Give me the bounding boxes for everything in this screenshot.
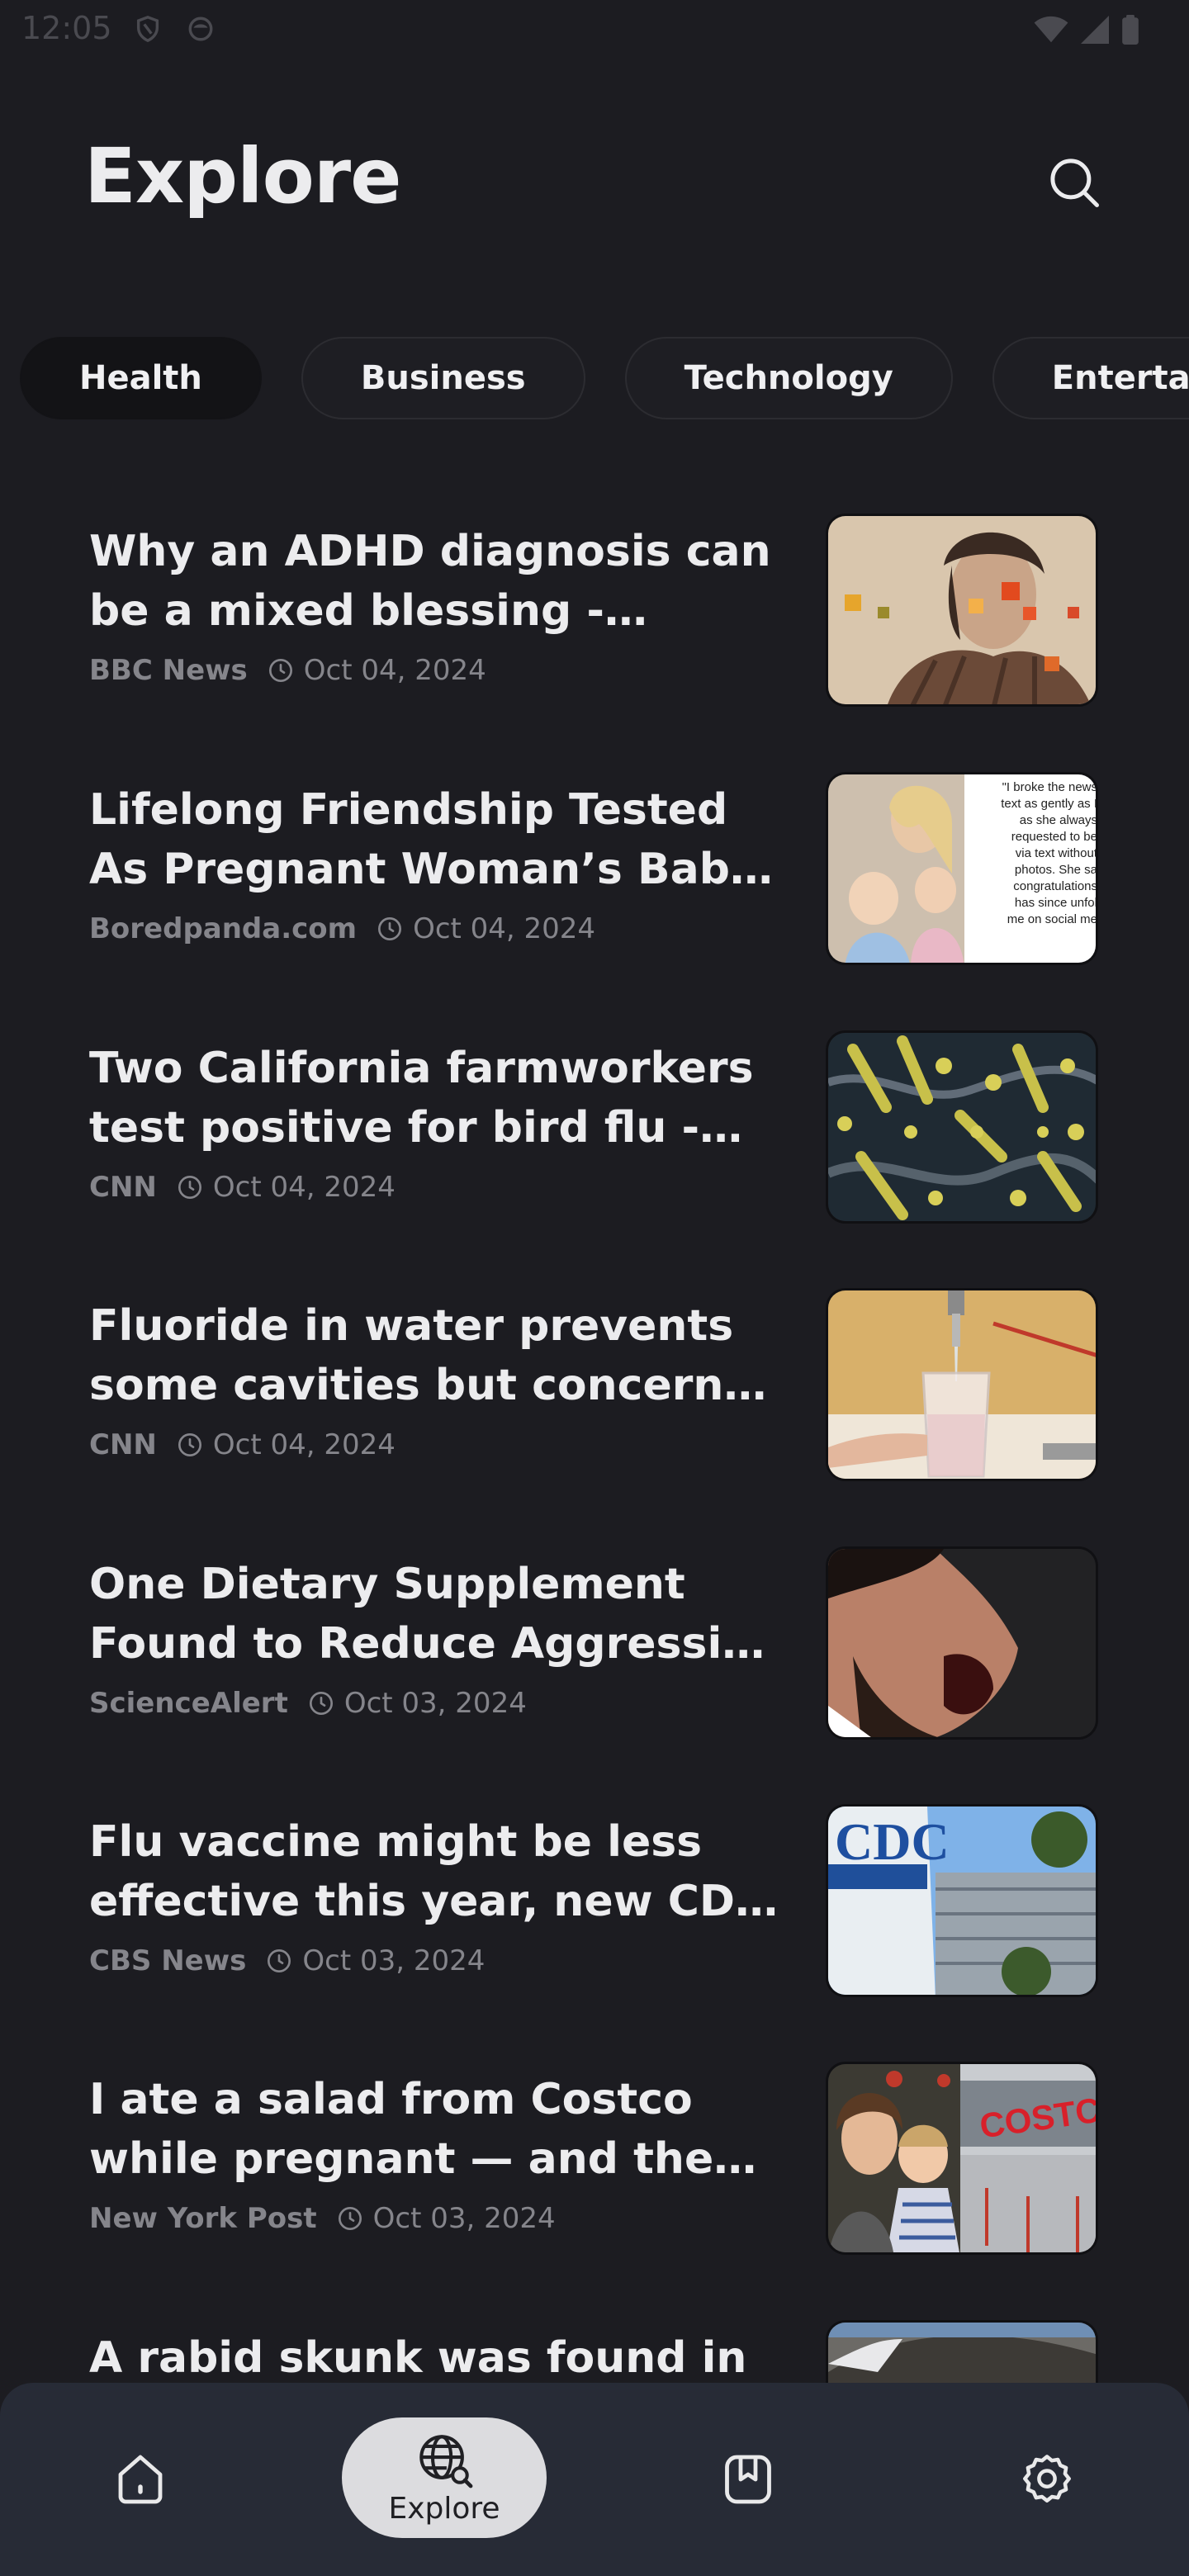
vintage-portrait-image	[828, 516, 1096, 704]
article-item[interactable]: One Dietary Supplement Found to Reduce A…	[0, 1546, 1189, 1745]
article-item[interactable]: Two California farmworkers test positive…	[0, 1030, 1189, 1229]
article-date: Oct 03, 2024	[343, 1687, 527, 1720]
chip-business[interactable]: Business	[301, 337, 585, 419]
search-icon	[1050, 159, 1099, 207]
article-title: Two California farmworkers test positive…	[89, 1044, 754, 1153]
gear-icon	[1023, 2455, 1071, 2503]
article-item[interactable]: Fluoride in water prevents some cavities…	[0, 1288, 1189, 1486]
article-thumbnail: COSTCO	[826, 2062, 1098, 2255]
article-title: Fluoride in water prevents some cavities…	[89, 1301, 734, 1410]
status-icons	[1034, 15, 1139, 45]
article-meta: New York Post Oct 03, 2024	[89, 2202, 556, 2235]
virus-micrograph-image	[828, 1033, 1096, 1221]
clock-icon	[268, 659, 292, 682]
nav-explore-label: Explore	[388, 2491, 500, 2526]
chip-entertainment[interactable]: Entertainment	[992, 337, 1189, 419]
nav-explore[interactable]: Explore	[342, 2417, 547, 2538]
page-title: Explore	[84, 132, 402, 220]
home-icon	[118, 2455, 163, 2504]
status-time: 12:05	[21, 10, 112, 46]
clock-icon	[268, 1949, 291, 1972]
explore-screen: 12:05 Explore Health Business Technology…	[0, 0, 1189, 2576]
man-shouting-image	[828, 1549, 1096, 1737]
nav-settings[interactable]	[997, 2383, 1097, 2576]
article-thumbnail: "I broke the news text as gently as I as…	[826, 772, 1098, 965]
article-date: Oct 03, 2024	[302, 1944, 486, 1977]
article-source: CBS News	[89, 1944, 247, 1977]
article-meta: CBS News Oct 03, 2024	[89, 1944, 485, 1977]
article-item[interactable]: Lifelong Friendship Tested As Pregnant W…	[0, 772, 1189, 970]
article-meta: BBC News Oct 04, 2024	[89, 654, 486, 687]
article-thumbnail	[826, 1030, 1098, 1224]
category-chips: Health Business Technology Entertainment	[20, 337, 1189, 419]
article-thumbnail	[826, 1546, 1098, 1740]
article-item[interactable]: I ate a salad from Costco while pregnant…	[0, 2062, 1189, 2260]
globe-search-icon	[419, 2434, 473, 2488]
article-meta: ScienceAlert Oct 03, 2024	[89, 1687, 527, 1720]
article-source: ScienceAlert	[89, 1687, 288, 1720]
article-thumbnail	[826, 1288, 1098, 1481]
article-thumbnail	[826, 514, 1098, 707]
wifi-icon	[1034, 16, 1068, 43]
article-title: One Dietary Supplement Found to Reduce A…	[89, 1560, 783, 1669]
article-meta: Boredpanda.com Oct 04, 2024	[89, 912, 595, 945]
article-title: Lifelong Friendship Tested As Pregnant W…	[89, 785, 758, 894]
mother-child-costco-image: COSTCO	[828, 2064, 1096, 2252]
article-item[interactable]: Flu vaccine might be less effective this…	[0, 1804, 1189, 2002]
article-thumbnail: CDC	[826, 1804, 1098, 1997]
article-source: BBC News	[89, 654, 248, 687]
article-title: A rabid skunk was found in	[89, 2333, 747, 2383]
article-source: CNN	[89, 1171, 157, 1204]
cell-signal-icon	[1081, 16, 1109, 44]
shield-icon	[136, 16, 159, 43]
battery-icon	[1122, 15, 1139, 45]
article-meta: CNN Oct 04, 2024	[89, 1171, 396, 1204]
article-item[interactable]: Why an ADHD diagnosis can be a mixed ble…	[0, 514, 1189, 712]
chip-health[interactable]: Health	[20, 337, 262, 419]
clock-icon	[378, 917, 402, 940]
clock-icon	[178, 1176, 201, 1199]
article-source: CNN	[89, 1428, 157, 1461]
article-title: I ate a salad from Costco while pregnant…	[89, 2075, 745, 2184]
article-title: Why an ADHD diagnosis can be a mixed ble…	[89, 527, 771, 636]
nav-bookmarks[interactable]	[699, 2383, 798, 2576]
cdc-building-image: CDC	[828, 1807, 1096, 1995]
app-notification-icon	[188, 17, 213, 41]
svg-text:CDC: CDC	[835, 1812, 950, 1871]
chip-technology[interactable]: Technology	[624, 337, 953, 419]
glass-of-water-image	[828, 1290, 1096, 1479]
status-bar: 12:05	[0, 0, 1189, 59]
article-source: Boredpanda.com	[89, 912, 358, 945]
article-date: Oct 04, 2024	[303, 654, 486, 687]
article-date: Oct 04, 2024	[212, 1171, 396, 1204]
article-meta: CNN Oct 04, 2024	[89, 1428, 396, 1461]
nav-home[interactable]	[91, 2383, 190, 2576]
clock-icon	[338, 2207, 362, 2230]
bookmark-icon	[725, 2455, 771, 2504]
article-date: Oct 04, 2024	[413, 912, 596, 945]
article-source: New York Post	[89, 2202, 317, 2235]
clock-icon	[309, 1692, 333, 1715]
quote-text: "I broke the news text as gently as I as…	[1001, 780, 1097, 926]
search-button[interactable]	[1045, 154, 1103, 211]
bottom-nav: Explore	[0, 2383, 1189, 2576]
article-date: Oct 04, 2024	[212, 1428, 396, 1461]
clock-icon	[178, 1433, 201, 1456]
article-title: Flu vaccine might be less effective this…	[89, 1817, 767, 1926]
article-date: Oct 03, 2024	[372, 2202, 556, 2235]
